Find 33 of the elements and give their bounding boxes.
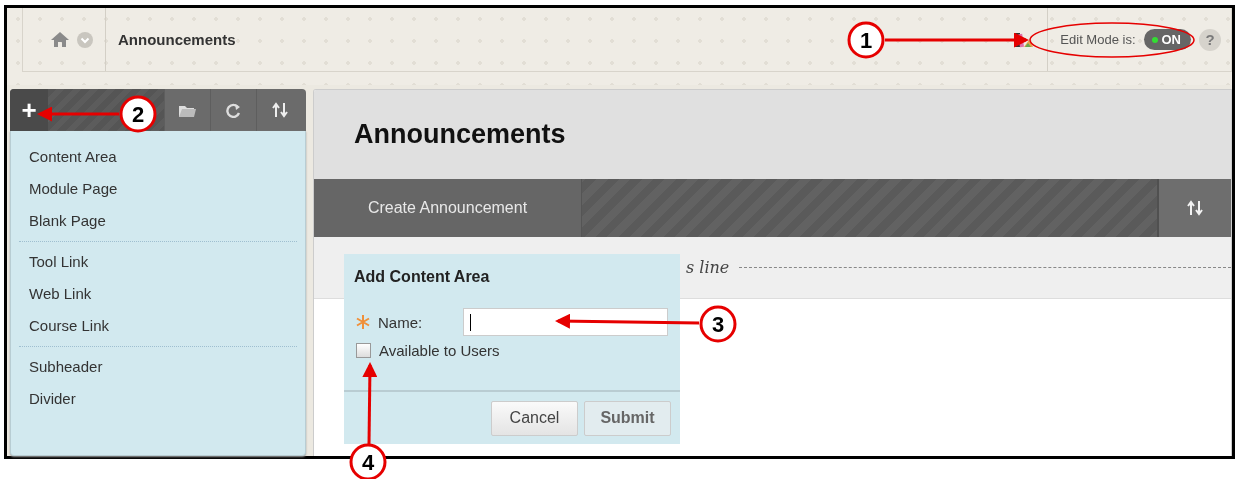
page-title: Announcements [354,119,566,150]
step-badge: 2 [119,95,157,133]
step-badge: 1 [847,21,885,59]
name-label: Name: [378,313,423,331]
menu-item[interactable]: Blank Page [19,205,297,237]
menu-item[interactable]: Subheader [19,351,297,383]
menu-item[interactable]: Content Area [19,141,297,173]
available-label: Available to Users [379,342,500,359]
menu-item[interactable]: Tool Link [19,246,297,278]
sort-button[interactable] [1157,179,1231,237]
edit-mode-label: Edit Mode is: [1060,32,1136,47]
menu-item[interactable]: Web Link [19,278,297,310]
edit-mode-toggle[interactable]: ON [1143,29,1191,50]
refresh-icon[interactable] [226,102,241,118]
menu-item[interactable]: Module Page [19,173,297,205]
menu-item[interactable]: Divider [19,383,297,415]
folder-icon[interactable] [179,103,196,117]
name-field[interactable] [463,308,668,336]
cancel-button[interactable]: Cancel [491,400,578,436]
available-checkbox[interactable] [356,343,371,358]
home-icon[interactable] [51,31,69,48]
sort-icon [1187,200,1203,216]
create-announcement-button[interactable]: Create Announcement [314,179,582,237]
step-badge: 3 [699,305,737,343]
add-menu-button[interactable]: + [10,89,48,131]
dialog-title: Add Content Area [353,267,491,286]
menu-item[interactable]: Course Link [19,310,297,342]
palette-icon[interactable] [1015,30,1034,49]
instruction-text: s line [686,258,730,277]
step-badge: 4 [349,443,387,479]
submit-button[interactable]: Submit [584,400,671,436]
sort-icon[interactable] [271,102,288,118]
breadcrumb-title: Announcements [118,31,236,48]
